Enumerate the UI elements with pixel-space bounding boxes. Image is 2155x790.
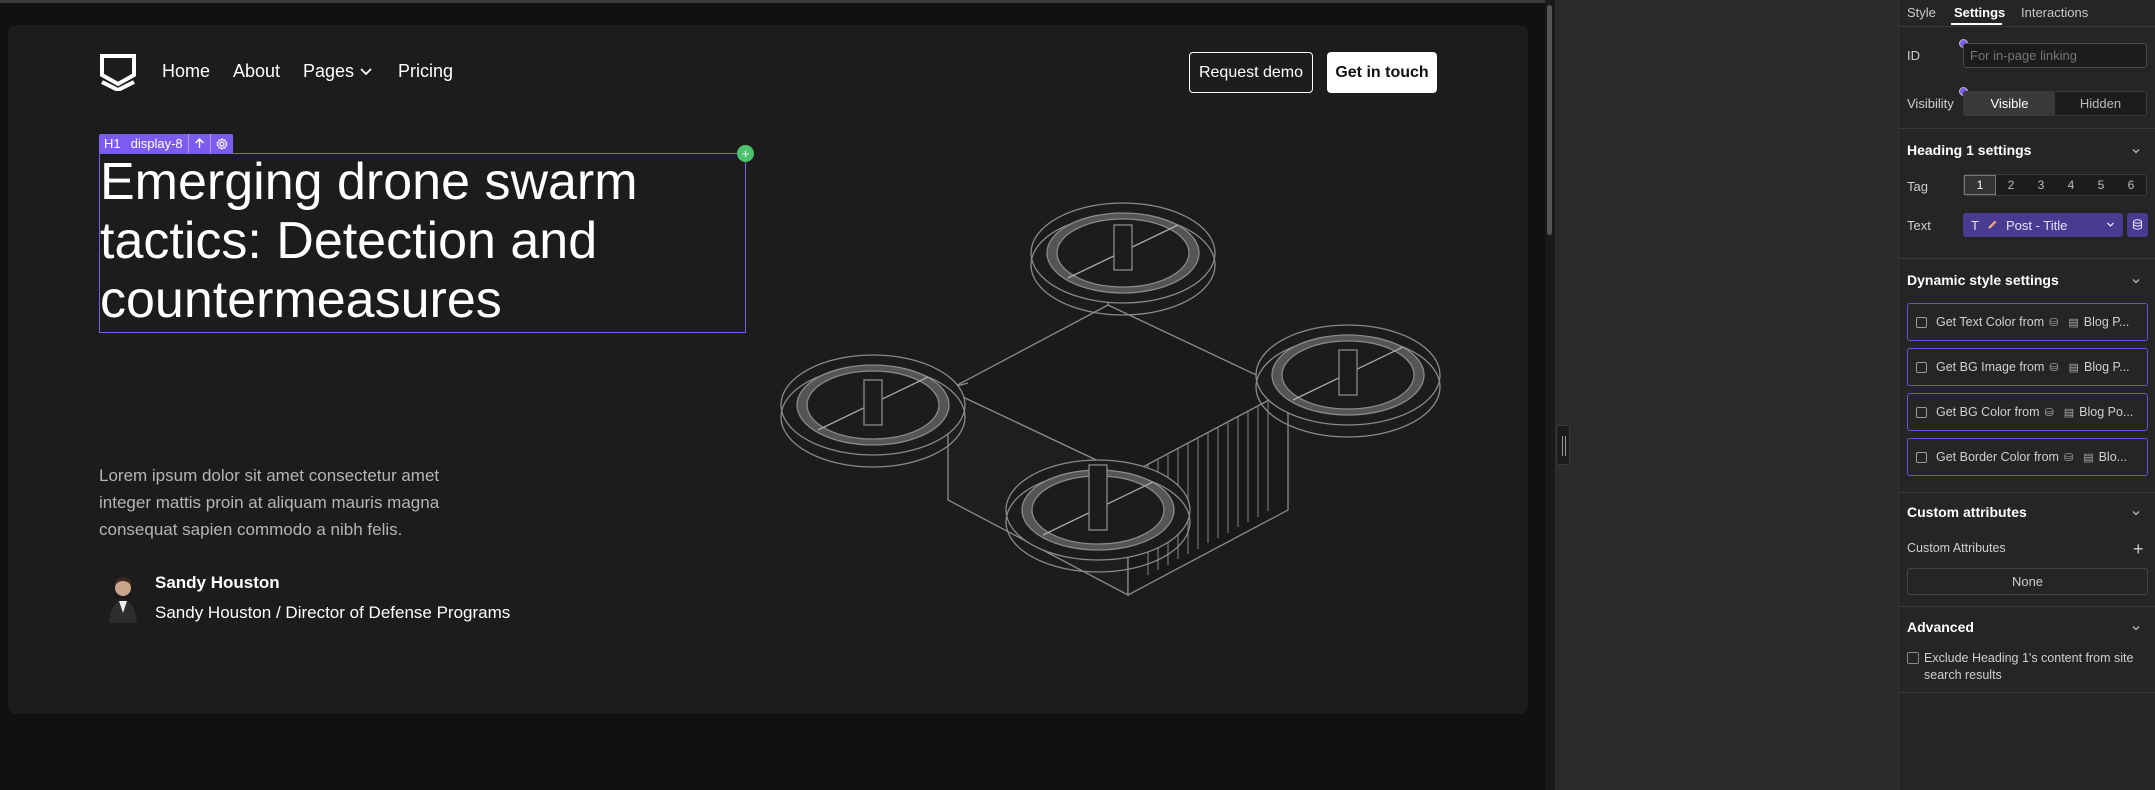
selection-class-name[interactable]: display-8 bbox=[126, 134, 188, 153]
tag-label: Tag bbox=[1907, 179, 1928, 194]
dynamic-bg-image-source: Blog P... bbox=[2084, 360, 2130, 374]
id-label: ID bbox=[1907, 48, 1920, 63]
document-icon: ▤ bbox=[2083, 451, 2094, 464]
document-icon: ▤ bbox=[2068, 361, 2079, 374]
dynamic-text-color-label: Get Text Color from bbox=[1936, 315, 2045, 329]
dynamic-bg-image-label: Get BG Image from bbox=[1936, 360, 2045, 374]
rotor-left bbox=[780, 354, 966, 468]
dynamic-border-color[interactable]: Get Border Color from ⛁ ▤ Blo... bbox=[1907, 438, 2148, 476]
selection-tag: H1 bbox=[104, 136, 121, 151]
author-name: Sandy Houston bbox=[155, 573, 280, 592]
chevron-down-icon[interactable] bbox=[2131, 146, 2141, 156]
dynamic-border-color-source: Blo... bbox=[2098, 450, 2128, 464]
checkbox[interactable] bbox=[1916, 361, 1927, 373]
visibility-visible-option[interactable]: Visible bbox=[1964, 92, 2055, 115]
settings-panel: Style Settings Interactions ID Visibilit… bbox=[1898, 0, 2155, 790]
custom-attributes-title[interactable]: Custom attributes bbox=[1907, 504, 2027, 520]
post-title-heading[interactable]: Emerging drone swarm tactics: Detection … bbox=[100, 153, 740, 330]
tab-interactions[interactable]: Interactions bbox=[2021, 5, 2088, 20]
tab-settings[interactable]: Settings bbox=[1954, 5, 2005, 20]
active-tab-indicator bbox=[1951, 23, 2002, 25]
drone-illustration bbox=[780, 202, 1441, 597]
panel-tabs: Style Settings Interactions bbox=[1899, 0, 2155, 26]
custom-attributes-value[interactable]: None bbox=[1907, 568, 2148, 595]
database-icon: ⛁ bbox=[2049, 361, 2059, 374]
visibility-label: Visibility bbox=[1907, 96, 1954, 111]
page-preview[interactable]: Home About Pages Pricing Request demo Ge… bbox=[8, 25, 1528, 714]
pencil-icon bbox=[1987, 218, 1998, 233]
document-icon: ▤ bbox=[2063, 406, 2075, 419]
chevron-down-icon[interactable] bbox=[2131, 508, 2141, 518]
chevron-down-icon[interactable] bbox=[2131, 623, 2141, 633]
visibility-toggle: Visible Hidden bbox=[1963, 91, 2147, 116]
chevron-down-icon bbox=[360, 67, 372, 75]
tag-option-3[interactable]: 3 bbox=[2026, 175, 2056, 195]
chevron-down-icon[interactable] bbox=[2131, 276, 2141, 286]
divider bbox=[1899, 492, 2155, 493]
canvas-gutter bbox=[1555, 0, 1898, 790]
checkbox[interactable] bbox=[1916, 316, 1927, 328]
canvas-top-border bbox=[0, 0, 1545, 3]
tag-option-4[interactable]: 4 bbox=[2056, 175, 2086, 195]
database-icon: ⛁ bbox=[2063, 451, 2074, 464]
tag-option-5[interactable]: 5 bbox=[2086, 175, 2116, 195]
advanced-title[interactable]: Advanced bbox=[1907, 619, 1974, 635]
text-binding-value: Post - Title bbox=[2005, 217, 2068, 233]
visibility-hidden-option[interactable]: Hidden bbox=[2055, 92, 2146, 115]
divider bbox=[1899, 606, 2155, 607]
author-avatar bbox=[105, 573, 141, 623]
nav-pricing[interactable]: Pricing bbox=[398, 61, 453, 82]
document-icon: ▤ bbox=[2068, 316, 2079, 329]
divider bbox=[1899, 128, 2155, 129]
tag-option-2[interactable]: 2 bbox=[1996, 175, 2026, 195]
divider bbox=[1899, 258, 2155, 259]
exclude-search-checkbox[interactable] bbox=[1907, 652, 1919, 664]
selection-badge[interactable]: H1 display-8 bbox=[99, 134, 233, 153]
dynamic-text-color-source: Blog P... bbox=[2083, 315, 2130, 329]
nav-pages[interactable]: Pages bbox=[303, 61, 372, 82]
tag-option-6[interactable]: 6 bbox=[2116, 175, 2146, 195]
id-input[interactable] bbox=[1963, 43, 2147, 68]
heading-tag-selector: 1 2 3 4 5 6 bbox=[1963, 174, 2147, 196]
request-demo-button[interactable]: Request demo bbox=[1189, 52, 1313, 93]
exclude-search-label: Exclude Heading 1's content from site se… bbox=[1924, 651, 2134, 682]
text-type-icon: T bbox=[1971, 217, 1979, 233]
dynamic-text-color[interactable]: Get Text Color from ⛁ ▤ Blog P... bbox=[1907, 303, 2148, 341]
canvas-scrollbar[interactable] bbox=[1545, 0, 1555, 790]
dynamic-bg-color-label: Get BG Color from bbox=[1936, 405, 2040, 419]
panel-resize-handle[interactable] bbox=[1556, 425, 1570, 465]
text-binding-select[interactable]: T Post - Title bbox=[1963, 213, 2123, 237]
scrollbar-thumb[interactable] bbox=[1547, 5, 1552, 235]
checkbox[interactable] bbox=[1916, 406, 1927, 418]
database-icon: ⛁ bbox=[2049, 316, 2059, 329]
design-canvas[interactable]: Home About Pages Pricing Request demo Ge… bbox=[0, 0, 1545, 790]
checkbox[interactable] bbox=[1916, 451, 1927, 463]
tab-style[interactable]: Style bbox=[1907, 5, 1936, 20]
heading-settings-title[interactable]: Heading 1 settings bbox=[1907, 142, 2031, 158]
get-in-touch-button[interactable]: Get in touch bbox=[1327, 52, 1437, 93]
gear-icon[interactable] bbox=[209, 134, 233, 153]
text-label: Text bbox=[1907, 218, 1931, 233]
database-icon[interactable] bbox=[2127, 213, 2148, 237]
tag-option-1[interactable]: 1 bbox=[1964, 175, 1996, 195]
dynamic-bg-image[interactable]: Get BG Image from ⛁ ▤ Blog P... bbox=[1907, 348, 2148, 386]
custom-attributes-label: Custom Attributes bbox=[1907, 541, 2006, 555]
dynamic-bg-color-source: Blog Po... bbox=[2079, 405, 2134, 419]
chevron-down-icon bbox=[2107, 222, 2114, 227]
add-attribute-icon[interactable]: + bbox=[2133, 539, 2144, 560]
nav-home[interactable]: Home bbox=[162, 61, 210, 82]
author-role: Sandy Houston / Director of Defense Prog… bbox=[155, 603, 511, 622]
divider bbox=[1899, 692, 2155, 693]
dynamic-bg-color[interactable]: Get BG Color from ⛁ ▤ Blog Po... bbox=[1907, 393, 2148, 431]
divider bbox=[1899, 26, 2155, 27]
select-parent-icon[interactable] bbox=[187, 134, 210, 153]
dynamic-border-color-label: Get Border Color from bbox=[1936, 450, 2059, 464]
nav-pages-label: Pages bbox=[303, 61, 355, 81]
dynamic-style-title[interactable]: Dynamic style settings bbox=[1907, 272, 2059, 288]
logo-icon[interactable] bbox=[99, 53, 137, 91]
post-excerpt[interactable]: Lorem ipsum dolor sit amet consectetur a… bbox=[99, 462, 469, 543]
nav-about[interactable]: About bbox=[233, 61, 280, 82]
database-icon: ⛁ bbox=[2044, 406, 2054, 419]
rotor-top bbox=[1030, 202, 1216, 316]
